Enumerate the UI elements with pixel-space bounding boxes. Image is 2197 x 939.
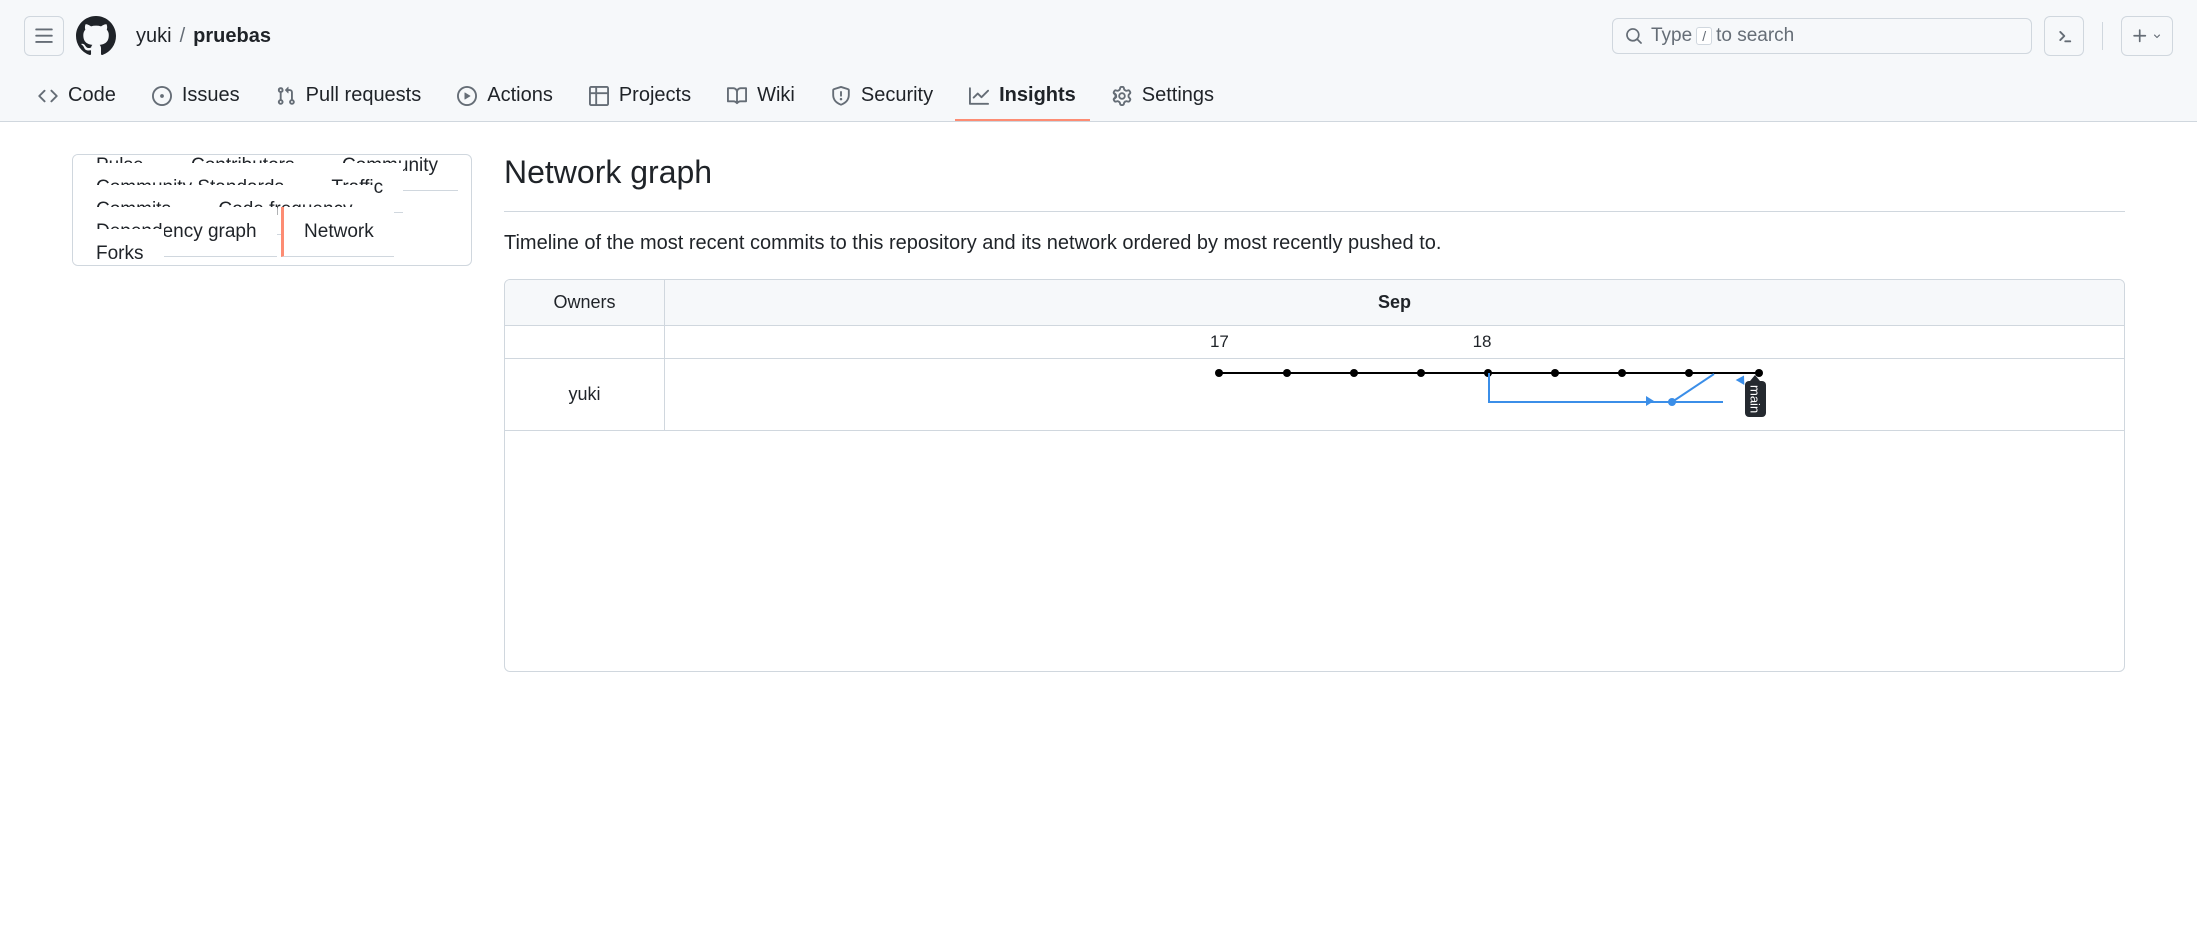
gear-icon	[1112, 86, 1132, 106]
github-icon	[76, 16, 116, 56]
breadcrumb: yuki / pruebas	[136, 25, 271, 48]
create-new-button[interactable]	[2121, 16, 2173, 56]
search-input[interactable]: Type / to search	[1612, 18, 2032, 54]
repo-nav: Code Issues Pull requests Actions Projec…	[0, 72, 2197, 121]
page-title: Network graph	[504, 154, 2125, 191]
graph-canvas[interactable]: main	[665, 359, 2124, 430]
issue-icon	[152, 86, 172, 106]
tab-label: Wiki	[757, 84, 795, 107]
tab-label: Security	[861, 84, 933, 107]
day-label: 18	[1473, 332, 1492, 352]
graph-icon	[969, 86, 989, 106]
network-graph[interactable]: Owners Sep 17 18 yuki	[504, 279, 2125, 672]
page-subtitle: Timeline of the most recent commits to t…	[504, 232, 2125, 255]
github-logo[interactable]	[76, 16, 116, 56]
search-key-hint: /	[1696, 27, 1712, 45]
day-label: 17	[1210, 332, 1229, 352]
tab-label: Insights	[999, 84, 1076, 107]
tab-code[interactable]: Code	[24, 72, 130, 121]
shield-icon	[831, 86, 851, 106]
sidebar-item-forks[interactable]: Forks	[73, 229, 164, 266]
book-icon	[727, 86, 747, 106]
tab-label: Actions	[487, 84, 553, 107]
tab-label: Pull requests	[306, 84, 422, 107]
search-placeholder: Type / to search	[1651, 25, 1794, 47]
insights-sidebar: Pulse Contributors Community Community S…	[72, 154, 472, 672]
merge-line	[1672, 372, 1722, 404]
tab-issues[interactable]: Issues	[138, 72, 254, 121]
owners-header: Owners	[505, 280, 665, 325]
plus-icon	[2131, 27, 2149, 45]
tab-label: Code	[68, 84, 116, 107]
tab-label: Settings	[1142, 84, 1214, 107]
table-icon	[589, 86, 609, 106]
separator	[2102, 22, 2103, 50]
breadcrumb-separator: /	[180, 25, 186, 48]
terminal-icon	[2054, 26, 2074, 46]
tab-wiki[interactable]: Wiki	[713, 72, 809, 121]
tab-settings[interactable]: Settings	[1098, 72, 1228, 121]
code-icon	[38, 86, 58, 106]
tab-label: Issues	[182, 84, 240, 107]
owner-row-label: yuki	[505, 359, 665, 430]
breadcrumb-owner-link[interactable]: yuki	[136, 25, 172, 48]
tab-security[interactable]: Security	[817, 72, 947, 121]
divider	[504, 211, 2125, 212]
play-icon	[457, 86, 477, 106]
pr-icon	[276, 86, 296, 106]
breadcrumb-repo-link[interactable]: pruebas	[193, 25, 271, 48]
hamburger-menu-button[interactable]	[24, 16, 64, 56]
search-icon	[1625, 27, 1643, 45]
hamburger-icon	[34, 26, 54, 46]
tab-insights[interactable]: Insights	[955, 72, 1090, 121]
command-palette-button[interactable]	[2044, 16, 2084, 56]
tab-pull-requests[interactable]: Pull requests	[262, 72, 436, 121]
tab-projects[interactable]: Projects	[575, 72, 705, 121]
month-header: Sep	[665, 280, 2124, 325]
sidebar-item-network[interactable]: Network	[281, 207, 394, 257]
chevron-down-icon	[2151, 30, 2163, 42]
tab-label: Projects	[619, 84, 691, 107]
tab-actions[interactable]: Actions	[443, 72, 567, 121]
branch-label[interactable]: main	[1745, 381, 1766, 417]
